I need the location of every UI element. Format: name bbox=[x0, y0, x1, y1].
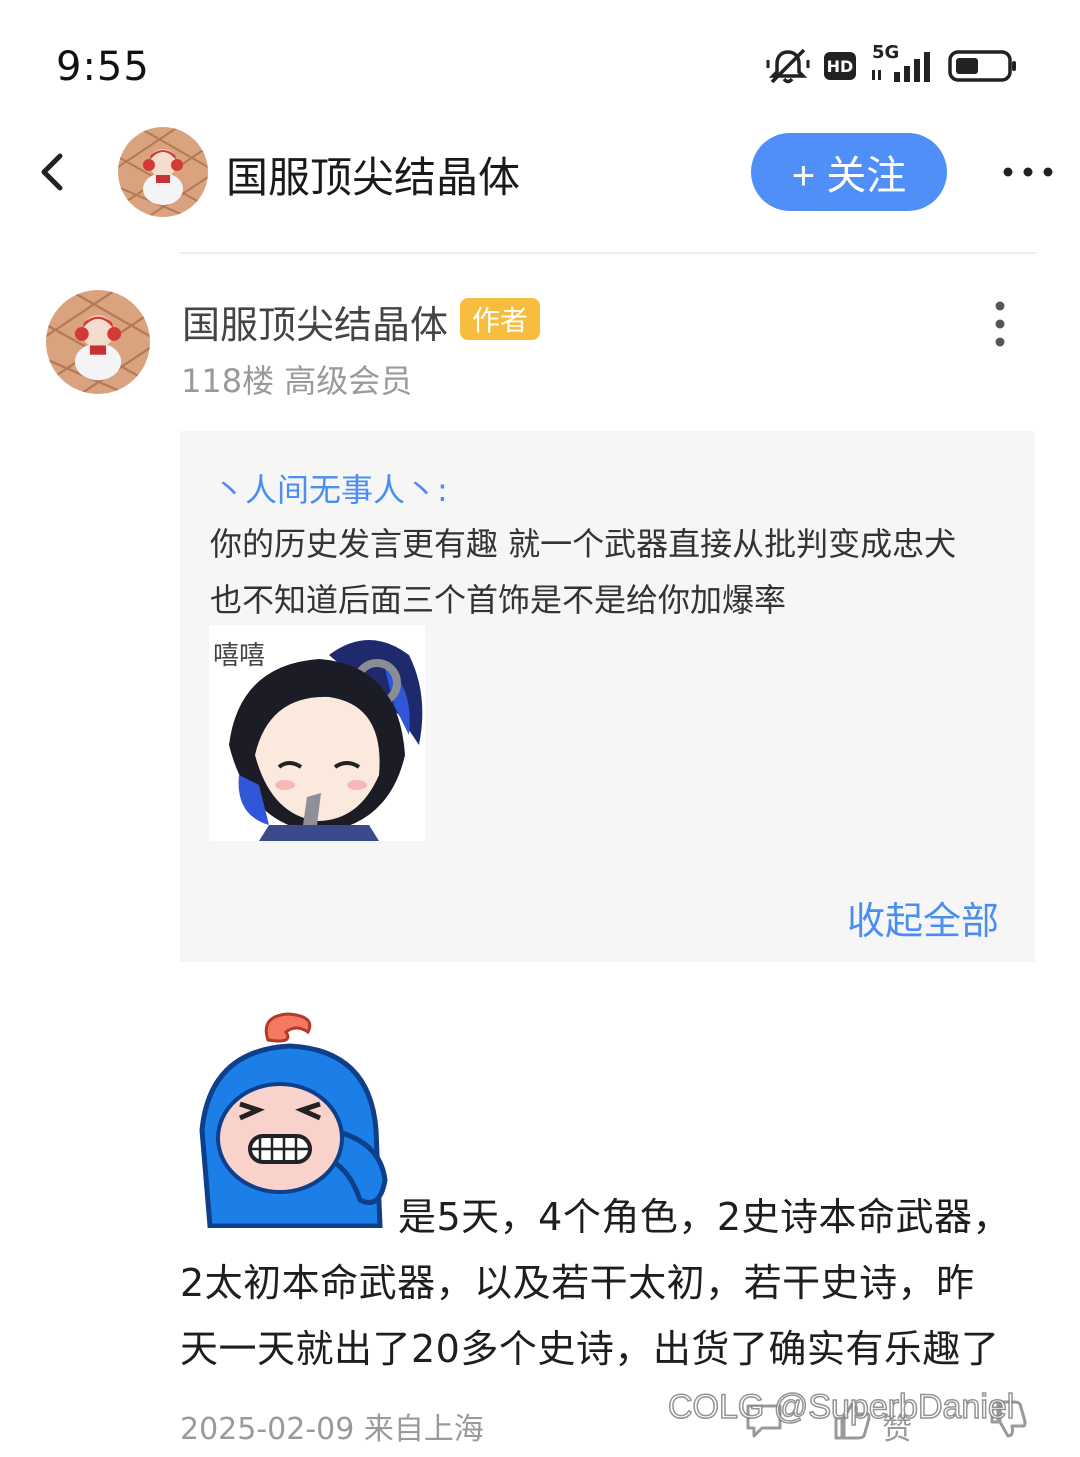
post-sticker-image[interactable] bbox=[180, 1010, 398, 1228]
quote-username[interactable]: 丶人间无事人丶: bbox=[213, 465, 448, 511]
hd-label: HD bbox=[826, 56, 854, 76]
quote-sticker-image[interactable]: 嘻嘻 bbox=[209, 625, 425, 841]
chevron-left-icon[interactable] bbox=[34, 150, 74, 194]
5g-signal-icon: 5G bbox=[870, 42, 934, 84]
status-icons: HD 5G bbox=[766, 42, 1018, 86]
post-body-line: 是5天，4个角色，2史诗本命武器， bbox=[398, 1195, 1012, 1239]
header-avatar[interactable] bbox=[118, 127, 208, 217]
header-divider bbox=[180, 252, 1036, 254]
watermark: COLG @SuperbDaniel bbox=[667, 1387, 1015, 1427]
author-badge: 作者 bbox=[460, 298, 541, 340]
follow-button[interactable]: + 关注 bbox=[751, 133, 947, 211]
sticker-caption: 嘻嘻 bbox=[213, 641, 266, 671]
battery-icon bbox=[948, 50, 1016, 82]
author-avatar[interactable] bbox=[46, 290, 150, 394]
more-vertical-icon[interactable] bbox=[988, 300, 1012, 348]
status-time: 9:55 bbox=[56, 44, 150, 90]
author-name[interactable]: 国服顶尖结晶体 bbox=[182, 294, 448, 349]
more-horizontal-icon[interactable] bbox=[1002, 160, 1054, 184]
quote-text: 你的历史发言更有趣 就一个武器直接从批判变成忠犬 也不知道后面三个首饰是不是给你… bbox=[210, 516, 1025, 628]
quote-line: 你的历史发言更有趣 就一个武器直接从批判变成忠犬 bbox=[210, 525, 957, 563]
floor-meta: 118楼 高级会员 bbox=[181, 362, 413, 400]
hd-icon: HD bbox=[824, 52, 856, 80]
post-date-location: 2025-02-09 来自上海 bbox=[180, 1412, 484, 1447]
quote-line: 也不知道后面三个首饰是不是给你加爆率 bbox=[210, 581, 787, 619]
post-body-line: 2太初本命武器，以及若干太初，若干史诗，昨 bbox=[180, 1261, 975, 1305]
page-title: 国服顶尖结晶体 bbox=[226, 153, 521, 202]
collapse-all-link[interactable]: 收起全部 bbox=[847, 890, 999, 945]
post-body-line: 天一天就出了20多个史诗，出货了确实有乐趣了 bbox=[180, 1327, 1000, 1371]
mute-bell-icon bbox=[766, 48, 810, 84]
